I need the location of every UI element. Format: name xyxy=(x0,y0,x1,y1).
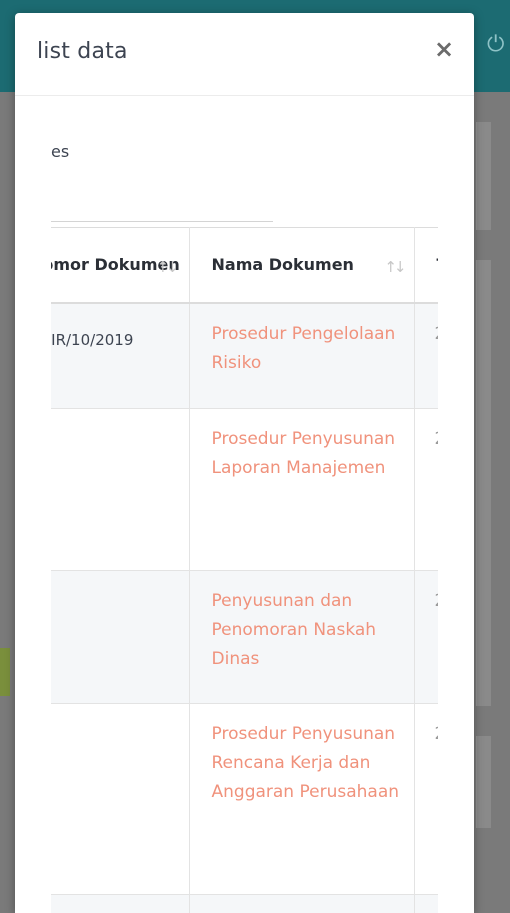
table-scroll-area[interactable]: Nomor Dokumen ↑↓ Nama Dokumen ↑↓ T 1/DIR… xyxy=(51,227,438,913)
backdrop-sidebar-accent xyxy=(0,648,10,696)
search-input-underline[interactable] xyxy=(51,221,273,222)
cell-nomor-dokumen xyxy=(51,409,189,571)
cell-nomor-dokumen xyxy=(51,895,189,913)
entries-label: es xyxy=(51,142,69,161)
cell-tanggal: 2 xyxy=(414,409,438,571)
table-row: Prosedur Penyusunan Rencana Kerja dan An… xyxy=(51,704,438,895)
modal-title: list data xyxy=(37,39,128,64)
cell-nomor-dokumen: 1/DIR/10/2019 xyxy=(51,303,189,409)
table-header-row: Nomor Dokumen ↑↓ Nama Dokumen ↑↓ T xyxy=(51,228,438,303)
document-link[interactable]: Prosedur Penyusunan Laporan Manajemen xyxy=(189,409,414,571)
table-row: 1/DIR/10/2019 Prosedur Pengelolaan Risik… xyxy=(51,303,438,409)
table-row: Penyusunan dan Penomoran Naskah Dinas 2 xyxy=(51,571,438,704)
backdrop-card xyxy=(476,122,491,230)
sort-icon[interactable]: ↑↓ xyxy=(384,258,403,276)
list-data-modal: list data × es Nomor Dokumen ↑↓ Nama Dok… xyxy=(15,13,474,913)
cell-tanggal: 2 xyxy=(414,303,438,409)
document-link[interactable]: Prosedur Pengelolaan Risiko xyxy=(189,303,414,409)
document-link[interactable]: Prosedur Penyusunan Rencana Kerja dan An… xyxy=(189,704,414,895)
documents-table: Nomor Dokumen ↑↓ Nama Dokumen ↑↓ T 1/DIR… xyxy=(51,227,438,913)
column-header-label: T xyxy=(437,255,439,274)
document-link[interactable] xyxy=(189,895,414,913)
column-header-tanggal[interactable]: T xyxy=(414,228,438,303)
cell-tanggal xyxy=(414,895,438,913)
document-link[interactable]: Penyusunan dan Penomoran Naskah Dinas xyxy=(189,571,414,704)
modal-header: list data × xyxy=(15,13,474,96)
cell-nomor-dokumen xyxy=(51,571,189,704)
close-icon[interactable]: × xyxy=(433,37,455,61)
cell-tanggal: 2 xyxy=(414,704,438,895)
table-row xyxy=(51,895,438,913)
table-row: Prosedur Penyusunan Laporan Manajemen 2 xyxy=(51,409,438,571)
column-header-nama-dokumen[interactable]: Nama Dokumen ↑↓ xyxy=(189,228,414,303)
cell-nomor-dokumen xyxy=(51,704,189,895)
power-icon[interactable]: ⏻ xyxy=(487,30,510,60)
column-header-nomor-dokumen[interactable]: Nomor Dokumen ↑↓ xyxy=(51,228,189,303)
cell-tanggal: 2 xyxy=(414,571,438,704)
backdrop-card xyxy=(476,260,491,706)
backdrop-card xyxy=(476,736,491,828)
column-header-label: Nama Dokumen xyxy=(212,255,354,274)
